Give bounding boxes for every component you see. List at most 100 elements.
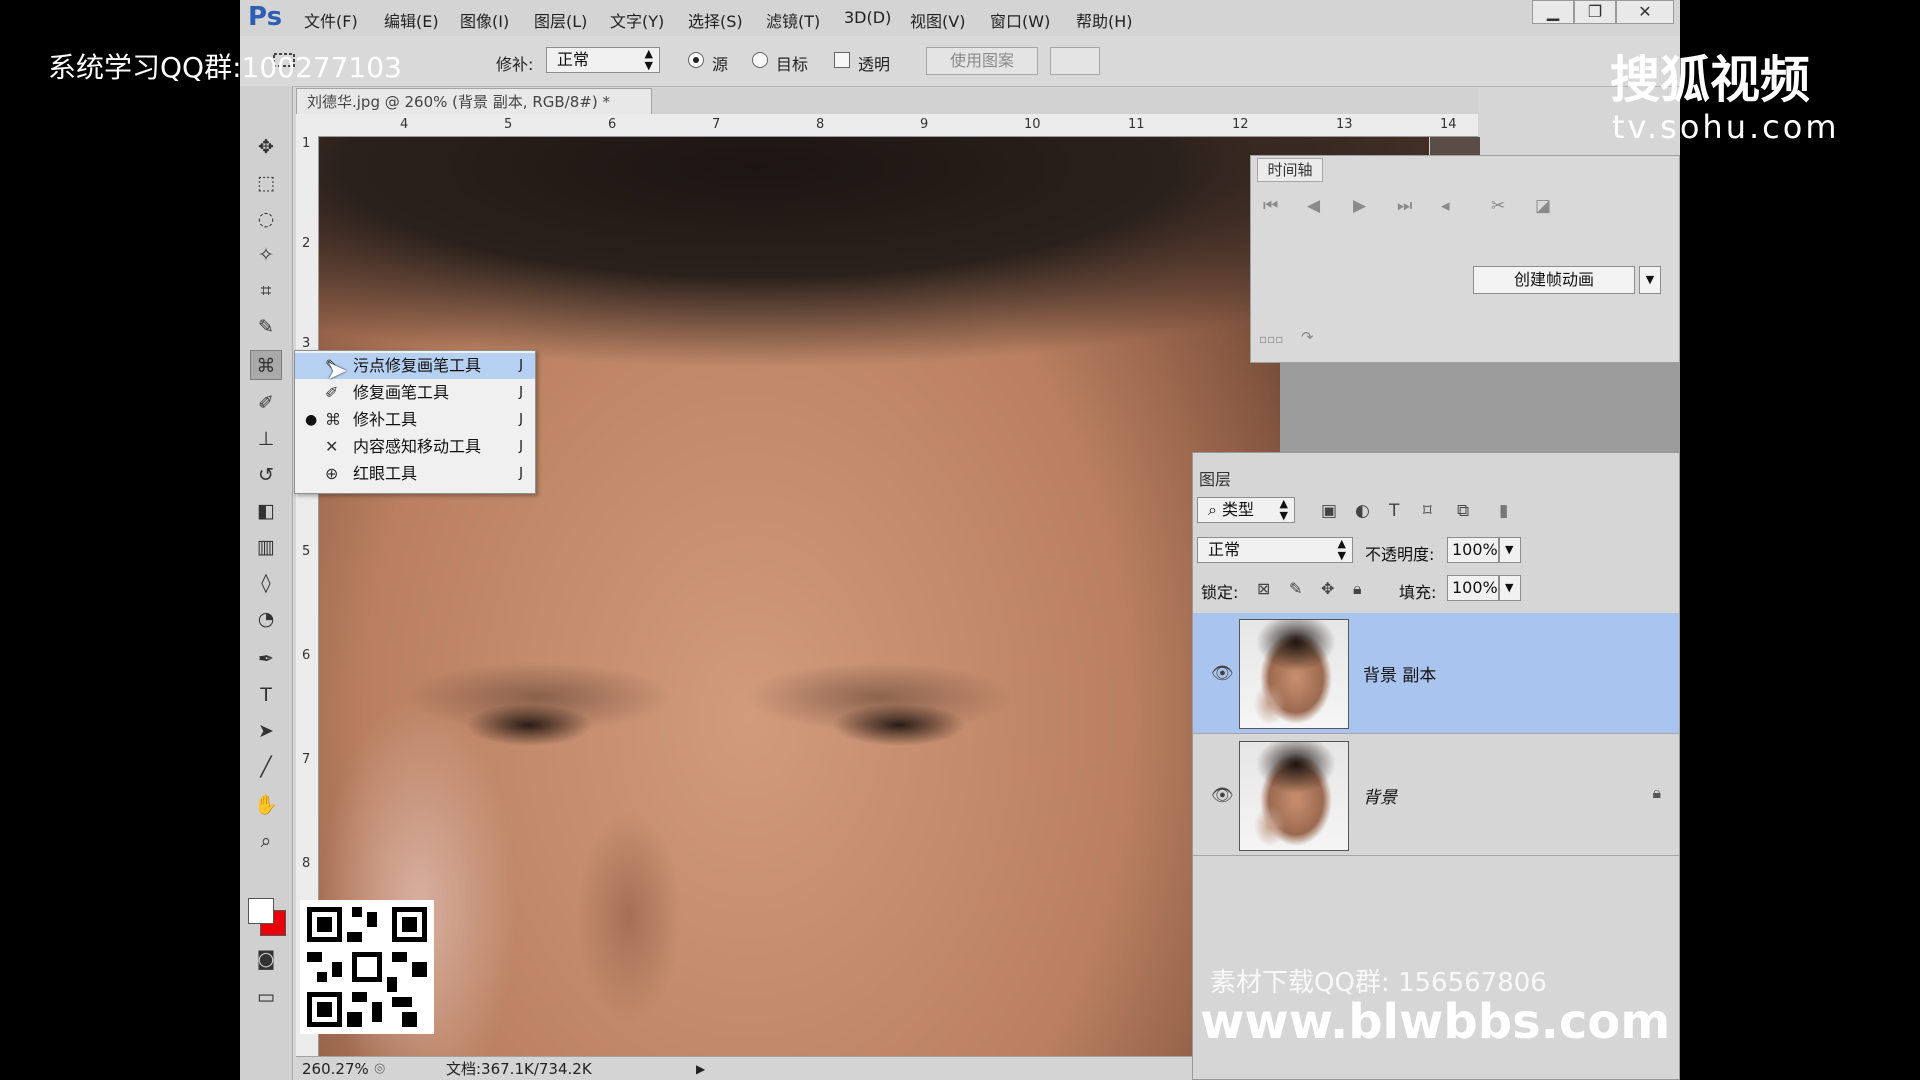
flyout-label: 污点修复画笔工具 (353, 356, 482, 375)
pen-tool-icon[interactable]: ✒ (250, 644, 282, 674)
layer-name[interactable]: 背景 (1363, 783, 1397, 808)
type-tool-icon[interactable]: T (250, 680, 282, 710)
toolbox: ✥ ⬚ ◌ ✧ ⌗ ✎ ⌘ ✐ ⊥ ↺ ◧ ▥ ◊ ◔ ✒ T ➤ ╱ ✋ ⌕ … (240, 86, 293, 1080)
shape-filter-icon[interactable]: ⌑ (1423, 501, 1432, 521)
fill-dropdown-icon[interactable]: ▼ (1499, 575, 1521, 601)
layer-filter-select[interactable]: ⌕ 类型 ▲ ▼ (1197, 497, 1295, 523)
brush-tool-icon[interactable]: ✐ (250, 388, 282, 418)
create-frame-animation-button[interactable]: 创建帧动画 (1473, 266, 1635, 294)
opacity-input[interactable]: 100% (1447, 537, 1499, 563)
dodge-tool-icon[interactable]: ◔ (250, 604, 282, 634)
ruler-label: 7 (302, 752, 311, 767)
eraser-tool-icon[interactable]: ◧ (250, 496, 282, 526)
frames-icon[interactable]: ▫▫▫ (1259, 332, 1283, 346)
flyout-item-patch[interactable]: ● ⌘ 修补工具 J (295, 407, 535, 433)
flyout-label: 红眼工具 (353, 464, 418, 483)
path-select-tool-icon[interactable]: ➤ (250, 716, 282, 746)
use-pattern-button[interactable]: 使用图案 (926, 47, 1038, 75)
menu-file[interactable]: 文件(F) (304, 8, 358, 32)
minimize-button[interactable]: ▁ (1532, 0, 1574, 24)
next-frame-icon[interactable]: ⏭ (1397, 196, 1412, 216)
zoom-level[interactable]: 260.27% (302, 1057, 369, 1080)
flyout-shortcut: J (519, 412, 523, 427)
patch-mode-select[interactable]: 正常 ▲ ▼ (546, 47, 660, 73)
eyedropper-tool-icon[interactable]: ✎ (250, 312, 282, 342)
qr-code (300, 900, 434, 1034)
lasso-tool-icon[interactable]: ◌ (250, 204, 282, 234)
zoom-tool-icon[interactable]: ⌕ (250, 826, 282, 856)
select-arrows-icon: ▲ ▼ (1337, 537, 1346, 562)
smart-object-filter-icon[interactable]: ⧉ (1457, 501, 1469, 521)
pixel-filter-icon[interactable]: ▣ (1321, 501, 1337, 521)
quick-mask-icon[interactable]: ◙ (250, 944, 282, 974)
line-tool-icon[interactable]: ╱ (250, 752, 282, 782)
lock-all-icon[interactable]: 🔒︎ (1353, 579, 1362, 599)
timeline-tab[interactable]: 时间轴 (1257, 158, 1323, 182)
type-filter-icon[interactable]: T (1389, 501, 1399, 521)
target-radio[interactable] (752, 52, 768, 68)
stamp-tool-icon[interactable]: ⊥ (250, 424, 282, 454)
lock-transparency-icon[interactable]: ⊠ (1257, 579, 1270, 598)
menu-window[interactable]: 窗口(W) (990, 8, 1050, 32)
lock-position-icon[interactable]: ✥ (1321, 579, 1334, 598)
filter-toggle-icon[interactable]: ▮ (1499, 501, 1508, 521)
quick-select-tool-icon[interactable]: ✧ (250, 240, 282, 270)
document-tab[interactable]: 刘德华.jpg @ 260% (背景 副本, RGB/8#) * × (296, 88, 688, 114)
move-tool-icon[interactable]: ✥ (250, 132, 282, 162)
close-button[interactable]: ✕ (1616, 0, 1674, 24)
transparent-checkbox[interactable] (834, 52, 850, 68)
opacity-dropdown-icon[interactable]: ▼ (1499, 537, 1521, 563)
visibility-eye-icon[interactable]: 👁︎ (1211, 785, 1234, 806)
flyout-shortcut: J (519, 358, 523, 373)
prev-frame-icon[interactable]: ◀ (1307, 196, 1320, 216)
restore-button[interactable]: ❐ (1574, 0, 1616, 24)
flyout-item-content-aware-move[interactable]: ✕ 内容感知移动工具 J (295, 434, 535, 460)
convert-icon[interactable]: ↷ (1301, 328, 1314, 346)
blur-tool-icon[interactable]: ◊ (250, 568, 282, 598)
screen-mode-icon[interactable]: ▭ (250, 982, 282, 1012)
ruler-label: 5 (504, 117, 513, 132)
content-aware-move-icon: ✕ (325, 437, 339, 456)
foreground-color-swatch[interactable] (248, 898, 274, 924)
layer-row-background-copy[interactable]: 👁︎ 背景 副本 (1193, 613, 1679, 734)
transition-icon[interactable]: ◪ (1535, 196, 1551, 216)
audio-icon[interactable]: ◂ (1441, 196, 1450, 216)
menu-layer[interactable]: 图层(L) (534, 8, 587, 32)
status-menu-arrow-icon[interactable]: ▶ (696, 1057, 705, 1080)
gradient-tool-icon[interactable]: ▥ (250, 532, 282, 562)
play-icon[interactable]: ▶ (1353, 196, 1366, 216)
first-frame-icon[interactable]: ⏮ (1263, 196, 1278, 216)
history-brush-tool-icon[interactable]: ↺ (250, 460, 282, 490)
menu-edit[interactable]: 编辑(E) (384, 8, 439, 32)
menu-view[interactable]: 视图(V) (910, 8, 965, 32)
flyout-item-red-eye[interactable]: ⊕ 红眼工具 J (295, 461, 535, 487)
menu-select[interactable]: 选择(S) (688, 8, 743, 32)
menu-filter[interactable]: 滤镜(T) (766, 8, 820, 32)
marquee-tool-icon[interactable]: ⬚ (250, 168, 282, 198)
layer-name[interactable]: 背景 副本 (1363, 661, 1436, 686)
layer-row-background[interactable]: 👁︎ 背景 🔒︎ (1193, 735, 1679, 856)
hand-tool-icon[interactable]: ✋ (250, 790, 282, 820)
split-icon[interactable]: ✂ (1491, 196, 1505, 216)
status-info-icon[interactable]: ◎ (374, 1057, 385, 1080)
menu-help[interactable]: 帮助(H) (1076, 8, 1133, 32)
search-icon: ⌕ (1208, 500, 1223, 519)
lock-pixels-icon[interactable]: ✎ (1289, 579, 1302, 598)
document-title: 刘德华.jpg @ 260% (背景 副本, RGB/8#) * (307, 93, 610, 111)
chevron-down-icon[interactable]: ▼ (1639, 266, 1661, 294)
select-arrows-icon: ▲ ▼ (1279, 497, 1288, 522)
source-radio[interactable] (688, 52, 704, 68)
adjustment-filter-icon[interactable]: ◐ (1355, 501, 1370, 521)
layers-tab[interactable]: 图层 (1199, 469, 1241, 491)
fill-input[interactable]: 100% (1447, 575, 1499, 601)
blend-mode-select[interactable]: 正常 ▲ ▼ (1197, 537, 1353, 563)
menu-image[interactable]: 图像(I) (460, 8, 509, 32)
patch-tool-icon[interactable]: ⌘ (250, 350, 282, 380)
ruler-label: 7 (712, 117, 721, 132)
menu-type[interactable]: 文字(Y) (610, 8, 664, 32)
ruler-label: 8 (302, 856, 311, 871)
crop-tool-icon[interactable]: ⌗ (250, 276, 282, 306)
menu-3d[interactable]: 3D(D) (844, 8, 891, 27)
pattern-picker[interactable] (1050, 47, 1100, 75)
visibility-eye-icon[interactable]: 👁︎ (1211, 663, 1234, 684)
